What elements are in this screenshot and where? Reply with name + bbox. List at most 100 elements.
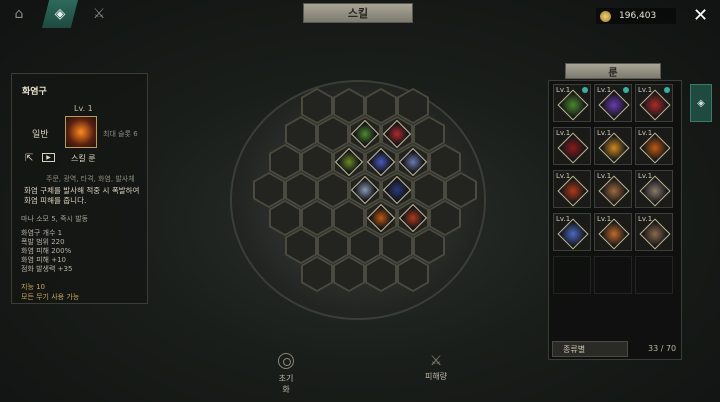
- stat-line: 화염구 개수 1: [21, 229, 63, 237]
- stat-line: 화염 피해 200%: [21, 247, 72, 255]
- rune-panel-title: 룬: [565, 63, 661, 79]
- new-indicator-icon: [623, 87, 629, 93]
- hex-slot[interactable]: [301, 200, 333, 236]
- hex-slot[interactable]: [317, 228, 349, 264]
- new-indicator-icon: [664, 87, 670, 93]
- close-icon[interactable]: ✕: [693, 5, 708, 26]
- rune-gem-icon: [639, 132, 671, 164]
- rune-gem-icon: [639, 175, 671, 207]
- page-title: 스킬: [303, 3, 413, 23]
- hex-slot[interactable]: [285, 172, 317, 208]
- stat-line: 화염 피해 +10: [21, 256, 66, 264]
- hex-slot[interactable]: [285, 228, 317, 264]
- skill-type-label: 스킬 룬: [71, 154, 96, 163]
- hex-slot[interactable]: [285, 116, 317, 152]
- skill-grade: 일반: [32, 130, 49, 140]
- rune-item[interactable]: Lv.1: [594, 213, 632, 251]
- rune-item[interactable]: Lv.1: [553, 84, 591, 122]
- empty-rune-slot: [594, 256, 632, 294]
- hex-slot[interactable]: [317, 116, 349, 152]
- hex-slot[interactable]: [269, 200, 301, 236]
- sword-tab-icon[interactable]: ⚔: [82, 0, 116, 28]
- hex-slot[interactable]: [301, 144, 333, 180]
- reset-label: 초기화: [278, 374, 294, 394]
- skill-tab-icon[interactable]: ◈: [42, 0, 78, 28]
- skill-level: Lv. 1: [74, 104, 93, 113]
- hex-slot[interactable]: [349, 228, 381, 264]
- rune-item[interactable]: Lv.1: [635, 213, 673, 251]
- rune-gem-icon: [598, 218, 630, 250]
- hex-slot[interactable]: [413, 116, 445, 152]
- sword-icon: ⚔: [429, 353, 443, 369]
- hex-slot[interactable]: [429, 200, 461, 236]
- rune-item[interactable]: Lv.1: [553, 170, 591, 208]
- mana-cost: 마나 소모 5, 즉시 발동: [21, 215, 89, 223]
- hex-slot[interactable]: [269, 144, 301, 180]
- rune-gem-icon: [557, 175, 589, 207]
- reset-button[interactable]: 초기화: [275, 353, 297, 395]
- skill-name: 화염구: [22, 87, 47, 97]
- share-icon[interactable]: ⇱: [25, 153, 33, 164]
- rune-gem-icon: [598, 89, 630, 121]
- sort-dropdown[interactable]: 종류별: [552, 341, 628, 357]
- hex-slot[interactable]: [333, 88, 365, 124]
- hex-slot[interactable]: [381, 228, 413, 264]
- hex-slot[interactable]: [365, 88, 397, 124]
- rune-gem-icon: [557, 132, 589, 164]
- hex-slot[interactable]: [413, 172, 445, 208]
- hex-slot[interactable]: [253, 172, 285, 208]
- hex-slot[interactable]: [413, 228, 445, 264]
- rune-item[interactable]: Lv.1: [594, 84, 632, 122]
- video-play-icon[interactable]: ▶: [42, 153, 55, 162]
- gold-coin-icon: [600, 10, 611, 22]
- skill-description: 화염 구체를 발사해 적중 시 폭발하여 화염 피해를 줍니다.: [24, 186, 140, 205]
- rune-item[interactable]: Lv.1: [635, 127, 673, 165]
- skill-tags: 주문, 광역, 타격, 화염, 발사체: [46, 175, 135, 183]
- currency-display: 196,403: [596, 8, 676, 24]
- requirement-line: 모든 무기 사용 가능: [21, 293, 80, 301]
- home-tab-icon[interactable]: ⌂: [2, 0, 36, 28]
- hex-slot[interactable]: [333, 200, 365, 236]
- hex-slot[interactable]: [397, 88, 429, 124]
- damage-label: 피해량: [424, 372, 448, 381]
- rune-item[interactable]: Lv.1: [553, 213, 591, 251]
- hex-slot[interactable]: [301, 88, 333, 124]
- rune-gem-icon: [598, 175, 630, 207]
- skill-info-panel: 화염구 Lv. 1 일반 최대 슬롯 6 ⇱ ▶ 스킬 룬 주문, 광역, 타격…: [11, 73, 148, 304]
- hex-slot[interactable]: [429, 144, 461, 180]
- requirement-line: 지능 10: [21, 283, 46, 291]
- rune-inventory: Lv.1 Lv.1 Lv.1 Lv.1 Lv.1 Lv.1 Lv.1 Lv.1 Lv.1 Lv.1…: [548, 80, 682, 360]
- rune-item[interactable]: Lv.1: [594, 127, 632, 165]
- requirements: 지능 10 모든 무기 사용 가능: [21, 282, 79, 302]
- skill-stats: 화염구 개수 1 폭발 범위 220 화염 피해 200% 화염 피해 +10 …: [21, 229, 72, 274]
- hex-slot[interactable]: [365, 256, 397, 292]
- rune-gem-icon: [639, 218, 671, 250]
- hex-board: [253, 72, 479, 328]
- reset-icon: [278, 353, 294, 369]
- slot-info: 최대 슬롯 6: [103, 130, 138, 138]
- stat-line: 점화 발생력 +35: [21, 265, 73, 273]
- rune-item[interactable]: Lv.1: [594, 170, 632, 208]
- rune-item[interactable]: Lv.1: [553, 127, 591, 165]
- hex-slot[interactable]: [301, 256, 333, 292]
- hex-slot[interactable]: [317, 172, 349, 208]
- hex-slot[interactable]: [333, 256, 365, 292]
- damage-button[interactable]: ⚔ 피해량: [422, 353, 450, 382]
- rune-gem-icon: [598, 132, 630, 164]
- rune-tab-icon[interactable]: ◈: [690, 84, 712, 122]
- new-indicator-icon: [582, 87, 588, 93]
- rune-gem-icon: [639, 89, 671, 121]
- empty-rune-slot: [553, 256, 591, 294]
- stat-line: 폭발 범위 220: [21, 238, 65, 246]
- skill-fireball-icon: [65, 116, 97, 148]
- hex-slot[interactable]: [397, 256, 429, 292]
- rune-gem-icon: [557, 89, 589, 121]
- hex-slot[interactable]: [445, 172, 477, 208]
- currency-value: 196,403: [619, 11, 657, 21]
- rune-count: 33 / 70: [648, 344, 677, 353]
- rune-item[interactable]: Lv.1: [635, 84, 673, 122]
- rune-item[interactable]: Lv.1: [635, 170, 673, 208]
- empty-rune-slot: [635, 256, 673, 294]
- top-bar: ⌂ ◈ ⚔ 스킬 196,403 ✕: [0, 0, 720, 30]
- rune-gem-icon: [557, 218, 589, 250]
